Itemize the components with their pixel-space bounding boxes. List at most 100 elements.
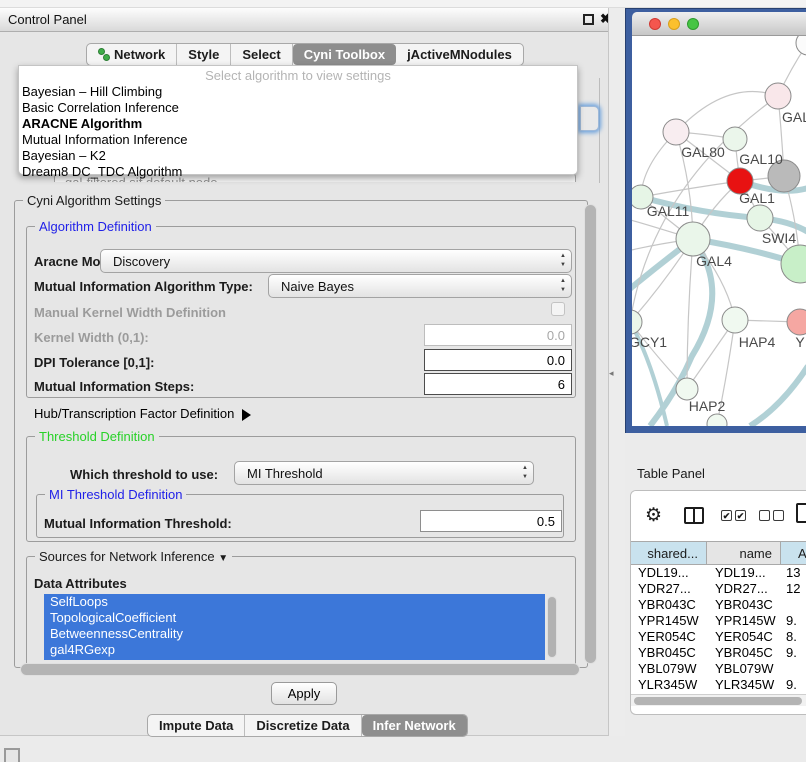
table-row[interactable]: YBR043CYBR043C bbox=[631, 597, 806, 613]
which-threshold-select[interactable]: MI Threshold ▲▼ bbox=[234, 461, 534, 485]
network-node-hap2[interactable] bbox=[676, 378, 698, 400]
tab-network[interactable]: Network bbox=[87, 44, 177, 65]
list-item[interactable]: SelfLoops bbox=[44, 594, 545, 610]
node-label: GAL bbox=[782, 109, 806, 125]
algorithm-option[interactable]: Bayesian – Hill Climbing bbox=[19, 84, 577, 100]
list-item[interactable]: BetweennessCentrality bbox=[44, 626, 545, 642]
spinner-arrows-icon: ▲▼ bbox=[560, 252, 566, 270]
spinner-arrows-icon: ▲▼ bbox=[522, 464, 528, 482]
table-row[interactable]: YLR345WYLR345W9. bbox=[631, 677, 806, 693]
column-header-name[interactable]: name bbox=[707, 542, 781, 564]
node-label-gal1: GAL1 bbox=[739, 190, 775, 206]
node-label-gcy1: GCY1 bbox=[632, 334, 667, 350]
mi-algorithm-type-select[interactable]: Naive Bayes ▲▼ bbox=[268, 274, 572, 298]
algorithm-option-highlighted[interactable]: ARACNE Algorithm bbox=[19, 116, 577, 132]
mi-threshold-label: Mutual Information Threshold: bbox=[44, 516, 232, 531]
table-row[interactable]: YER054CYER054C8. bbox=[631, 629, 806, 645]
settings-horizontal-scrollbar[interactable] bbox=[20, 663, 580, 676]
focused-algorithm-combo-fragment[interactable] bbox=[580, 106, 599, 131]
table-panel-window: ⚙ ✔✔ shared... name A YDL19...YDL19...13… bbox=[630, 490, 806, 715]
network-node-gal-top[interactable] bbox=[765, 83, 791, 109]
node-table: shared... name A YDL19...YDL19...13 YDR2… bbox=[631, 541, 806, 694]
tab-infer-network[interactable]: Infer Network bbox=[362, 715, 467, 736]
column-header-shared-name[interactable]: shared... bbox=[631, 542, 707, 564]
tab-jactivemnodules[interactable]: jActiveMNodules bbox=[396, 44, 523, 65]
network-tab-icon bbox=[98, 48, 109, 61]
column-header-clipped[interactable]: A bbox=[781, 542, 806, 564]
cyni-settings-title: Cyni Algorithm Settings bbox=[23, 193, 165, 208]
mac-close-button[interactable] bbox=[649, 18, 661, 30]
node-label-gal80: GAL80 bbox=[681, 144, 725, 160]
tab-cyni-toolbox[interactable]: Cyni Toolbox bbox=[293, 44, 396, 65]
network-node-hap4[interactable] bbox=[722, 307, 748, 333]
divider-collapse-arrow-icon[interactable]: ◂ bbox=[609, 368, 614, 379]
node-label-swi4: SWI4 bbox=[762, 230, 796, 246]
apply-button[interactable]: Apply bbox=[271, 682, 337, 705]
algorithm-dropdown-popup: Select algorithm to view settings Bayesi… bbox=[18, 65, 578, 175]
table-row[interactable]: YPR145WYPR145W9. bbox=[631, 613, 806, 629]
tab-impute-data[interactable]: Impute Data bbox=[148, 715, 245, 736]
mi-threshold-field[interactable]: 0.5 bbox=[420, 510, 562, 532]
mac-minimize-button[interactable] bbox=[668, 18, 680, 30]
data-attributes-list: SelfLoops TopologicalCoefficient Between… bbox=[44, 594, 545, 660]
mi-steps-field[interactable]: 6 bbox=[424, 373, 572, 395]
network-node-gal4[interactable] bbox=[676, 222, 710, 256]
deselect-all-checkboxes-icon[interactable] bbox=[759, 510, 784, 521]
columns-icon[interactable] bbox=[684, 507, 704, 524]
network-node-gal10[interactable] bbox=[723, 127, 747, 151]
control-panel-title: Control Panel bbox=[8, 12, 87, 27]
network-node-gcy1[interactable] bbox=[632, 310, 642, 334]
mi-threshold-definition-title: MI Threshold Definition bbox=[45, 487, 186, 502]
gear-icon[interactable]: ⚙ bbox=[645, 504, 662, 527]
algorithm-option[interactable]: Dream8 DC_TDC Algorithm bbox=[19, 164, 577, 180]
tab-style[interactable]: Style bbox=[177, 44, 231, 65]
network-node-green-large[interactable] bbox=[781, 245, 806, 283]
screen: Control Panel ✖ Network Style Select Cyn… bbox=[0, 0, 806, 762]
control-panel-titlebar: Control Panel ✖ bbox=[0, 8, 620, 32]
mac-zoom-button[interactable] bbox=[687, 18, 699, 30]
network-node-swi4[interactable] bbox=[747, 205, 773, 231]
algorithm-option[interactable]: Mutual Information Inference bbox=[19, 132, 577, 148]
hub-definition-expander[interactable]: Hub/Transcription Factor Definition bbox=[34, 406, 251, 421]
tab-discretize-data[interactable]: Discretize Data bbox=[245, 715, 361, 736]
manual-kernel-width-checkbox[interactable] bbox=[551, 302, 565, 316]
cyni-bottom-tabs: Impute Data Discretize Data Infer Networ… bbox=[147, 714, 468, 737]
collapsed-panel-icon[interactable] bbox=[4, 748, 20, 762]
aracne-mode-select[interactable]: Discovery ▲▼ bbox=[100, 249, 572, 273]
manual-kernel-width-label: Manual Kernel Width Definition bbox=[34, 305, 226, 320]
network-node-bottom[interactable] bbox=[707, 414, 727, 426]
which-threshold-label: Which threshold to use: bbox=[70, 467, 218, 482]
network-node[interactable] bbox=[796, 36, 806, 55]
node-label-gal10: GAL10 bbox=[739, 151, 783, 167]
dpi-tolerance-label: DPI Tolerance [0,1]: bbox=[34, 355, 154, 370]
network-node-gal80[interactable] bbox=[663, 119, 689, 145]
list-item[interactable]: TopologicalCoefficient bbox=[44, 610, 545, 626]
tab-select[interactable]: Select bbox=[231, 44, 292, 65]
settings-vertical-scrollbar[interactable] bbox=[584, 204, 597, 664]
network-canvas[interactable]: GAL GAL80 GAL10 GAL1 GAL11 SWI4 GAL4 GCY… bbox=[632, 36, 806, 426]
table-header-row: shared... name A bbox=[631, 541, 806, 565]
collapse-arrow-icon: ▼ bbox=[218, 553, 228, 564]
control-panel-window: Control Panel ✖ Network Style Select Cyn… bbox=[0, 8, 620, 736]
algorithm-popup-prompt: Select algorithm to view settings bbox=[19, 68, 577, 84]
table-row[interactable]: YDL19...YDL19...13 bbox=[631, 565, 806, 581]
algorithm-option[interactable]: Bayesian – K2 bbox=[19, 148, 577, 164]
control-panel-tabs: Network Style Select Cyni Toolbox jActiv… bbox=[86, 43, 524, 66]
attributes-scrollbar[interactable] bbox=[547, 596, 557, 658]
network-node-salmon[interactable] bbox=[787, 309, 806, 335]
dpi-tolerance-field[interactable]: 0.0 bbox=[424, 349, 572, 371]
table-toolbar: ⚙ ✔✔ bbox=[631, 491, 806, 541]
list-item[interactable]: gal4RGexp bbox=[44, 642, 545, 658]
select-all-checkboxes-icon[interactable]: ✔✔ bbox=[721, 510, 746, 521]
expander-arrow-icon bbox=[242, 409, 251, 421]
table-row[interactable]: YBR045CYBR045C9. bbox=[631, 645, 806, 661]
kernel-width-field[interactable]: 0.0 bbox=[424, 324, 572, 346]
table-row[interactable]: YBL079WYBL079W bbox=[631, 661, 806, 677]
table-horizontal-scrollbar[interactable] bbox=[631, 694, 806, 706]
algorithm-option[interactable]: Basic Correlation Inference bbox=[19, 100, 577, 116]
table-row[interactable]: YDR27...YDR27...12 bbox=[631, 581, 806, 597]
sources-title: Sources for Network Inference ▼ bbox=[35, 549, 232, 564]
document-icon[interactable] bbox=[796, 503, 806, 523]
mi-algorithm-type-label: Mutual Information Algorithm Type: bbox=[34, 279, 253, 294]
float-window-icon[interactable] bbox=[583, 14, 594, 25]
